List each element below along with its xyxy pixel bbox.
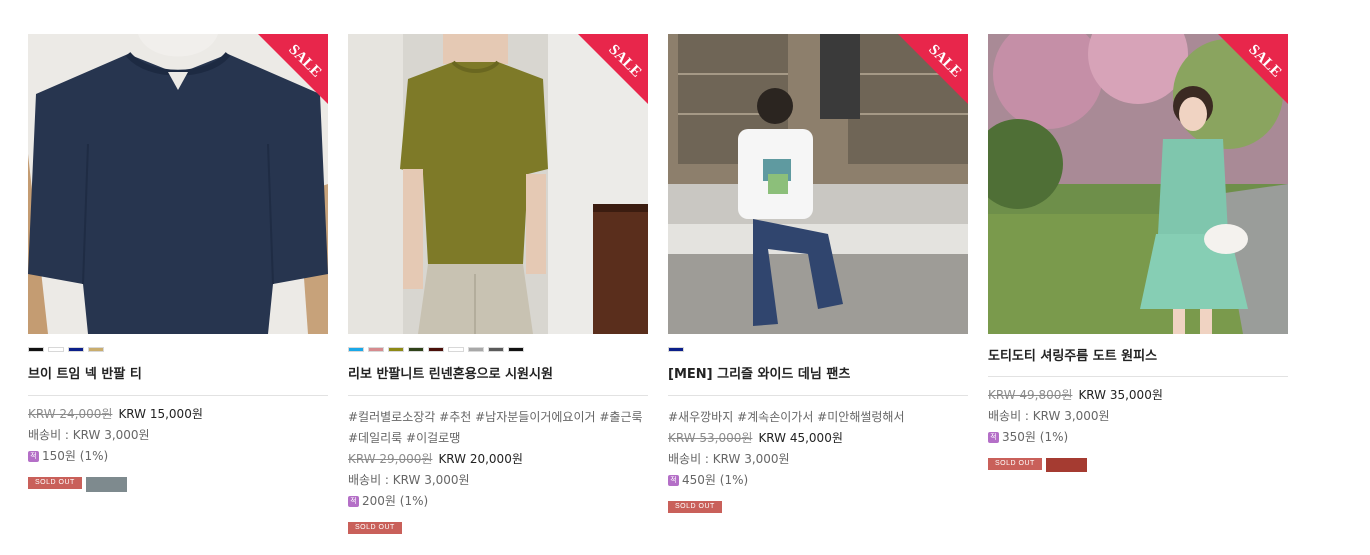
points-icon: 적 [348,496,359,507]
sale-ribbon: SALE [898,34,968,104]
color-swatch[interactable] [48,347,64,352]
price-row: KRW 53,000원 KRW 45,000원 [668,430,968,447]
product-card: SALE 브이 트임 넥 반팔 티 KRW 24,000원 KRW 15,000원… [28,34,328,534]
product-image[interactable]: SALE [668,34,968,334]
sale-ribbon: SALE [578,34,648,104]
product-name[interactable]: 도티도티 셔링주름 도트 원피스 [988,348,1288,365]
badge-row: SOLD OUT [348,522,648,534]
points-value: 450원 (1%) [682,473,749,487]
points-value: 150원 (1%) [42,449,109,463]
sale-price: KRW 35,000원 [1078,388,1163,402]
sold-out-badge: SOLD OUT [988,458,1042,470]
product-card: SALE 리보 반팔니트 린넨혼용으로 시원시원 #컬러별로소장각 #추천 #남… [348,34,648,534]
product-grid: SALE 브이 트임 넥 반팔 티 KRW 24,000원 KRW 15,000원… [28,34,1288,534]
points-value: 200원 (1%) [362,494,429,508]
color-swatch[interactable] [408,347,424,352]
status-badge [85,477,127,492]
reward-points: 적 200원 (1%) [348,493,648,510]
points-icon: 적 [988,432,999,443]
product-image[interactable]: SALE [988,34,1288,334]
original-price: KRW 24,000원 [28,407,113,421]
original-price: KRW 49,800원 [988,388,1073,402]
color-swatch[interactable] [508,347,524,352]
color-swatch[interactable] [388,347,404,352]
product-image[interactable]: SALE [348,34,648,334]
points-icon: 적 [28,451,39,462]
badge-row: SOLD OUT [28,477,328,492]
color-swatches [348,347,648,352]
color-swatch[interactable] [428,347,444,352]
sale-ribbon: SALE [1218,34,1288,104]
sale-ribbon: SALE [258,34,328,104]
points-icon: 적 [668,475,679,486]
color-swatch[interactable] [348,347,364,352]
price-row: KRW 24,000원 KRW 15,000원 [28,406,328,423]
original-price: KRW 53,000원 [668,431,753,445]
reward-points: 적 450원 (1%) [668,472,968,489]
product-name[interactable]: [MEN] 그리즐 와이드 데님 팬츠 [668,366,968,383]
hashtags[interactable]: #새우깡바지 #계속손이가서 #미안해썰렁해서 [668,407,968,428]
color-swatch[interactable] [668,347,684,352]
product-card: SALE [MEN] 그리즐 와이드 데님 팬츠 #새우깡바지 #계속손이가서 … [668,34,968,534]
shipping-fee: 배송비 : KRW 3,000원 [348,473,470,487]
color-swatch[interactable] [368,347,384,352]
hashtags[interactable]: #컬러별로소장각 #추천 #남자분들이거에요이거 #출근룩 #데일리룩 #이걸로… [348,407,648,449]
color-swatch[interactable] [28,347,44,352]
sale-price: KRW 45,000원 [758,431,843,445]
divider [668,395,968,396]
color-swatches [28,347,328,352]
status-badge [1045,458,1087,472]
original-price: KRW 29,000원 [348,452,433,466]
divider [348,395,648,396]
sold-out-badge: SOLD OUT [28,477,82,489]
price-row: KRW 49,800원 KRW 35,000원 [988,387,1288,404]
product-name[interactable]: 브이 트임 넥 반팔 티 [28,366,328,383]
points-value: 350원 (1%) [1002,430,1069,444]
color-swatch[interactable] [488,347,504,352]
product-image[interactable]: SALE [28,34,328,334]
reward-points: 적 150원 (1%) [28,448,328,465]
sale-price: KRW 20,000원 [438,452,523,466]
sale-price: KRW 15,000원 [118,407,203,421]
product-name[interactable]: 리보 반팔니트 린넨혼용으로 시원시원 [348,366,648,383]
badge-row: SOLD OUT [988,458,1288,472]
color-swatches [668,347,968,352]
shipping-fee: 배송비 : KRW 3,000원 [28,428,150,442]
divider [988,376,1288,377]
product-card: SALE 도티도티 셔링주름 도트 원피스 KRW 49,800원 KRW 35,… [988,34,1288,534]
color-swatch[interactable] [88,347,104,352]
price-row: KRW 29,000원 KRW 20,000원 [348,451,648,468]
reward-points: 적 350원 (1%) [988,429,1288,446]
shipping-fee: 배송비 : KRW 3,000원 [988,409,1110,423]
sold-out-badge: SOLD OUT [348,522,402,534]
color-swatch[interactable] [448,347,464,352]
shipping-fee: 배송비 : KRW 3,000원 [668,452,790,466]
sold-out-badge: SOLD OUT [668,501,722,513]
divider [28,395,328,396]
color-swatch[interactable] [468,347,484,352]
badge-row: SOLD OUT [668,501,968,513]
color-swatch[interactable] [68,347,84,352]
